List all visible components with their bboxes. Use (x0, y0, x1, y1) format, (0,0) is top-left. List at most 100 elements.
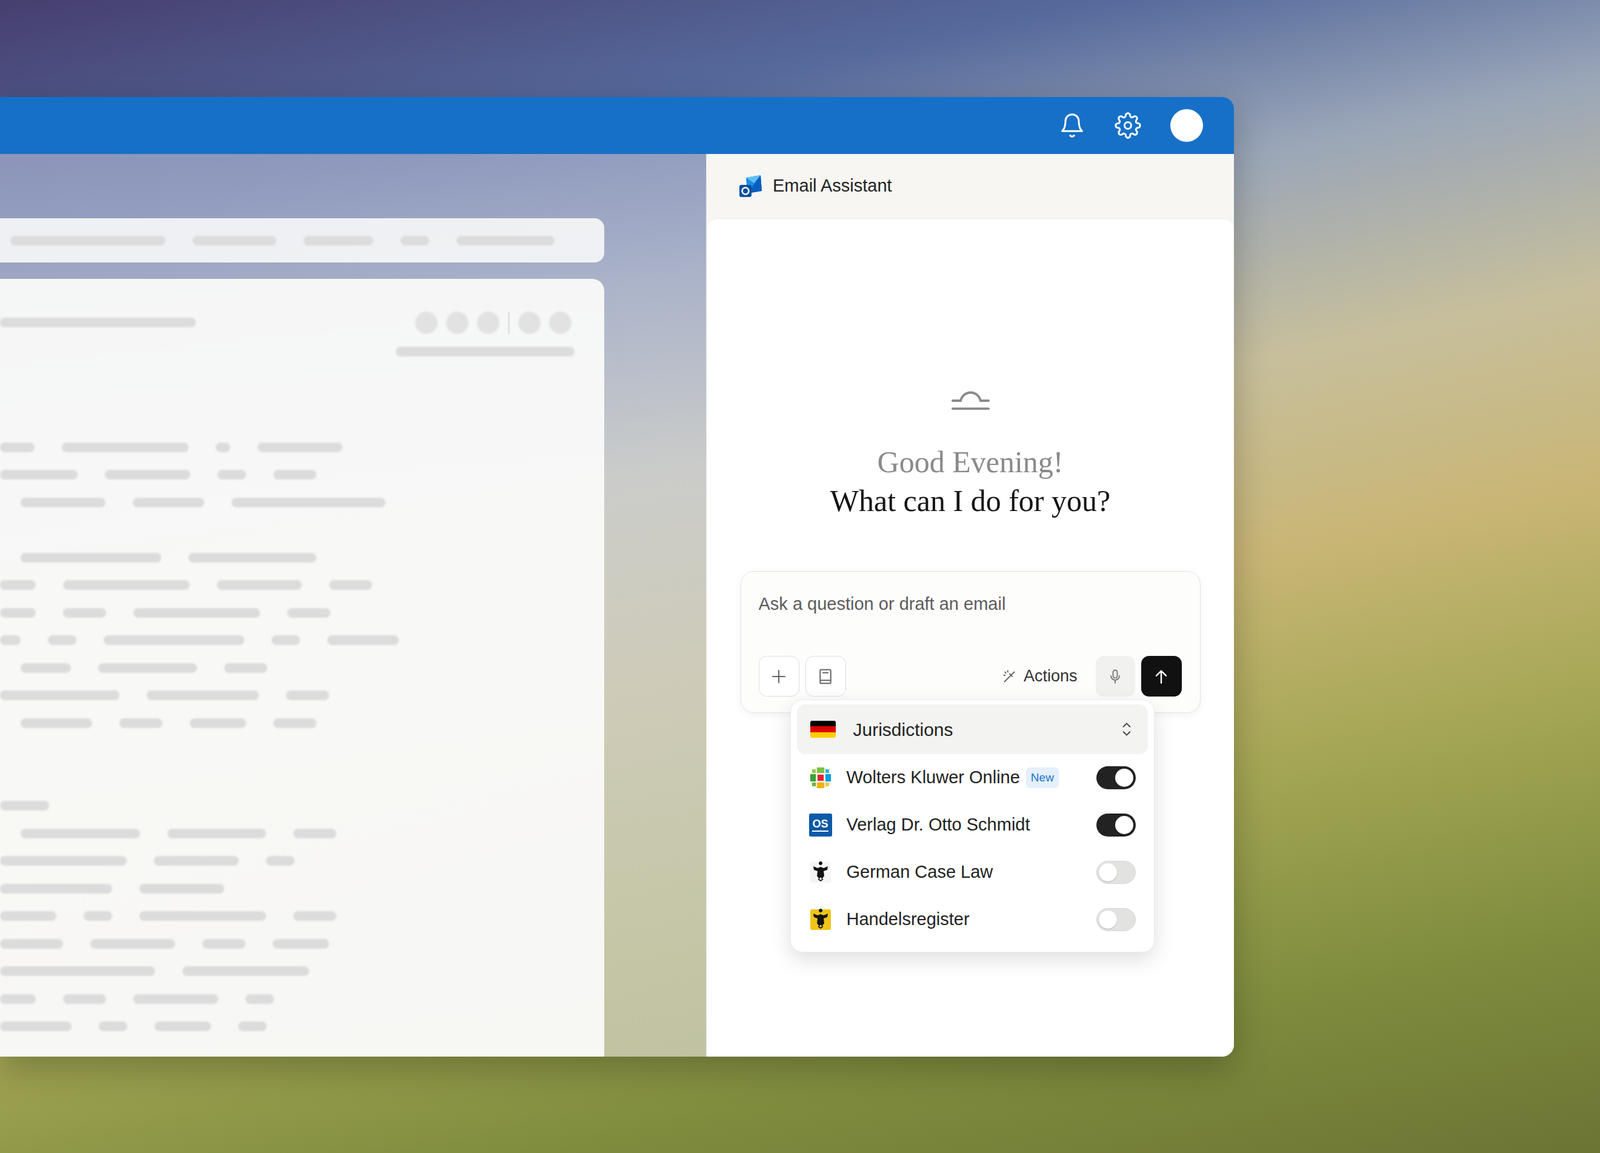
placeholder-bar (231, 497, 386, 508)
action-dot-icon[interactable] (549, 311, 572, 334)
placeholder-bar (271, 635, 300, 645)
logo-text: OS (812, 818, 828, 832)
source-toggle[interactable] (1096, 813, 1136, 837)
email-header (0, 310, 605, 335)
placeholder-bar (63, 607, 107, 618)
source-item[interactable]: OSVerlag Dr. Otto Schmidt (796, 801, 1148, 849)
toggle-knob (1098, 910, 1117, 929)
otto-schmidt-logo-icon: OS (807, 812, 834, 838)
microphone-icon (1106, 667, 1124, 685)
placeholder-bar (0, 442, 35, 453)
gear-icon[interactable] (1114, 112, 1142, 139)
placeholder-bar (0, 800, 50, 811)
send-button[interactable] (1141, 655, 1182, 697)
placeholder-bar (119, 718, 163, 728)
source-name: Handelsregister (846, 906, 970, 933)
add-button[interactable] (758, 655, 800, 697)
action-dot-icon[interactable] (446, 311, 469, 334)
action-dot-icon[interactable] (518, 311, 541, 334)
placeholder-bar (20, 663, 71, 673)
placeholder-bar (98, 663, 197, 673)
placeholder-bar (245, 993, 274, 1004)
jurisdiction-label: Jurisdictions (853, 715, 954, 744)
top-bar (0, 96, 1234, 154)
placeholder-bar (0, 883, 113, 894)
placeholder-bar (20, 497, 106, 508)
source-item[interactable]: Handelsregister (796, 895, 1148, 944)
text-line (0, 626, 605, 655)
text-line (0, 819, 605, 848)
email-meta (0, 346, 605, 357)
toggle-knob (1115, 815, 1134, 834)
text-line (0, 433, 605, 462)
source-name: German Case Law (846, 858, 994, 886)
placeholder-bar (456, 235, 555, 246)
bell-icon[interactable] (1058, 112, 1086, 139)
book-icon (816, 667, 835, 686)
placeholder-bar (0, 993, 36, 1004)
placeholder-bar (63, 580, 190, 590)
placeholder-bar (400, 235, 430, 246)
placeholder-bar (154, 1021, 211, 1031)
action-dot-icon[interactable] (415, 311, 438, 334)
source-toggle[interactable] (1096, 860, 1136, 884)
source-toggle[interactable] (1096, 907, 1136, 931)
placeholder-bar (132, 497, 205, 508)
library-button[interactable] (805, 655, 847, 697)
placeholder-bar (395, 346, 575, 357)
text-line (0, 874, 605, 903)
separator (507, 311, 510, 334)
actions-button[interactable]: Actions (1001, 663, 1078, 689)
text-line (0, 764, 605, 793)
register-eagle-icon (807, 906, 834, 933)
placeholder-bar (167, 828, 267, 839)
text-line (0, 847, 605, 876)
action-dot-icon[interactable] (476, 311, 500, 334)
text-line (0, 653, 605, 682)
voice-button[interactable] (1095, 655, 1136, 697)
app-window: Email Assistant Good Evening! What can I… (0, 96, 1234, 1057)
text-line (0, 709, 605, 737)
placeholder-bar (303, 235, 374, 246)
placeholder-bar (215, 442, 231, 453)
placeholder-bar (202, 938, 246, 949)
placeholder-bar (139, 910, 267, 921)
greeting-text: Good Evening! (877, 443, 1064, 480)
actions-label: Actions (1023, 663, 1078, 689)
placeholder-bar (286, 690, 330, 700)
text-line (0, 984, 605, 1013)
composer-toolbar: Actions (741, 655, 1200, 697)
placeholder-bar (61, 442, 189, 453)
placeholder-bar (189, 718, 247, 728)
text-line (0, 1012, 605, 1041)
jurisdiction-select[interactable]: Jurisdictions (796, 704, 1148, 754)
toggle-knob (1115, 768, 1134, 787)
placeholder-bar (90, 938, 176, 949)
placeholder-bar (0, 580, 36, 590)
assistant-home: Good Evening! What can I do for you? (706, 218, 1234, 1057)
placeholder-bar (287, 607, 331, 618)
placeholder-bar (0, 966, 156, 976)
placeholder-bar (20, 828, 140, 839)
placeholder-bar (0, 469, 78, 480)
message-input[interactable] (741, 571, 1200, 616)
source-item[interactable]: Wolters Kluwer OnlineNew (796, 753, 1148, 802)
email-body (0, 278, 605, 1057)
placeholder-bar (104, 469, 191, 480)
placeholder-bar (10, 235, 166, 246)
prompt-text: What can I do for you? (830, 482, 1111, 519)
placeholder-bar (266, 855, 295, 866)
text-line (0, 902, 605, 931)
text-line (0, 543, 605, 572)
placeholder-bar (273, 469, 317, 480)
source-toggle[interactable] (1096, 766, 1136, 790)
eagle-icon (807, 859, 834, 885)
placeholder-bar (238, 1021, 267, 1031)
avatar-icon[interactable] (1170, 109, 1204, 142)
placeholder-bar (327, 635, 399, 645)
text-line (0, 792, 605, 820)
email-actions (415, 311, 572, 334)
placeholder-bar (293, 828, 337, 839)
outlook-icon (737, 172, 765, 200)
source-item[interactable]: German Case Law (796, 848, 1148, 896)
